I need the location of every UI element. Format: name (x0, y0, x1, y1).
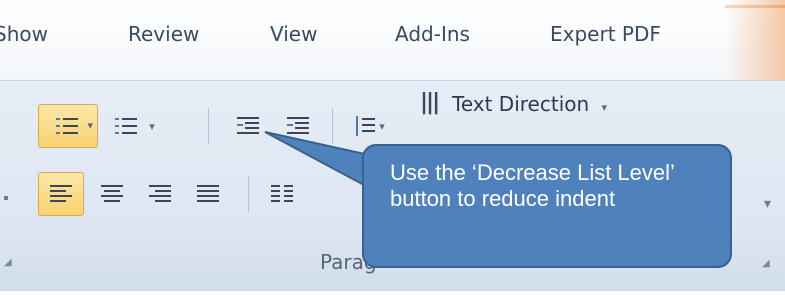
instruction-callout: Use the ‘Decrease List Level’ button to … (362, 144, 732, 268)
callout-text: Use the ‘Decrease List Level’ button to … (390, 160, 675, 211)
